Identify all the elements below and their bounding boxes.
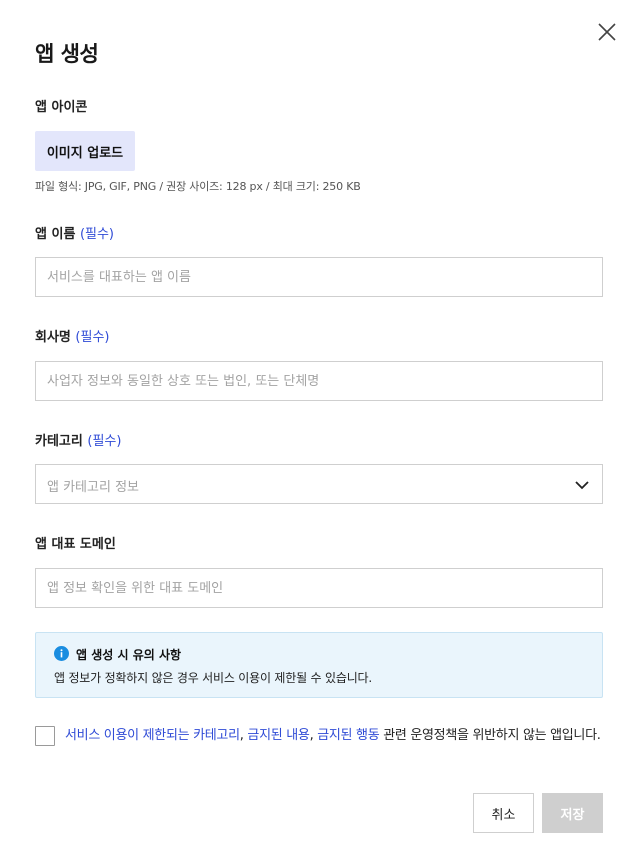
close-icon [598,23,616,41]
app-icon-label: 앱 아이콘 [35,100,88,115]
info-icon [54,646,69,661]
agreement-text: 서비스 이용이 제한되는 카테고리, 금지된 내용, 금지된 행동 관련 운영정… [65,726,605,746]
app-name-field[interactable] [35,257,603,297]
chevron-down-icon [575,481,589,490]
agreement-checkbox[interactable] [35,726,55,746]
category-select[interactable]: 앱 카테고리 정보 [35,464,603,504]
domain-field[interactable] [35,568,603,608]
dialog-title: 앱 생성 [35,42,99,66]
file-format-hint: 파일 형식: JPG, GIF, PNG / 권장 사이즈: 128 px / … [35,180,361,193]
required-marker: (필수) [75,330,110,345]
notice-body: 앱 정보가 정확하지 않은 경우 서비스 이용이 제한될 수 있습니다. [54,671,372,685]
company-field[interactable] [35,361,603,401]
company-input[interactable] [36,362,602,400]
app-name-label-text: 앱 이름 [35,227,76,242]
app-name-input[interactable] [36,258,602,296]
domain-label: 앱 대표 도메인 [35,537,116,552]
category-label-text: 카테고리 [35,434,83,449]
close-button[interactable] [595,20,619,44]
save-button[interactable]: 저장 [542,793,603,833]
company-label-text: 회사명 [35,330,71,345]
app-name-label: 앱 이름 (필수) [35,223,114,242]
category-label: 카테고리 (필수) [35,430,121,449]
required-marker: (필수) [79,227,115,242]
prohibited-content-link[interactable]: 금지된 내용 [247,728,309,743]
image-upload-button[interactable]: 이미지 업로드 [35,131,135,171]
notice-box: 앱 생성 시 유의 사항 앱 정보가 정확하지 않은 경우 서비스 이용이 제한… [35,632,603,698]
restricted-category-link[interactable]: 서비스 이용이 제한되는 카테고리 [65,728,240,743]
create-app-dialog: 앱 생성 앱 아이콘 이미지 업로드 파일 형식: JPG, GIF, PNG … [0,0,635,858]
agreement-rest-text: 관련 운영정책을 위반하지 않는 앱입니다. [379,728,601,743]
domain-input[interactable] [36,569,602,607]
notice-title: 앱 생성 시 유의 사항 [76,648,182,662]
category-selected-value: 앱 카테고리 정보 [47,480,139,495]
cancel-button[interactable]: 취소 [473,793,534,833]
company-label: 회사명 (필수) [35,326,110,345]
required-marker: (필수) [87,434,122,449]
prohibited-behavior-link[interactable]: 금지된 행동 [317,728,379,743]
